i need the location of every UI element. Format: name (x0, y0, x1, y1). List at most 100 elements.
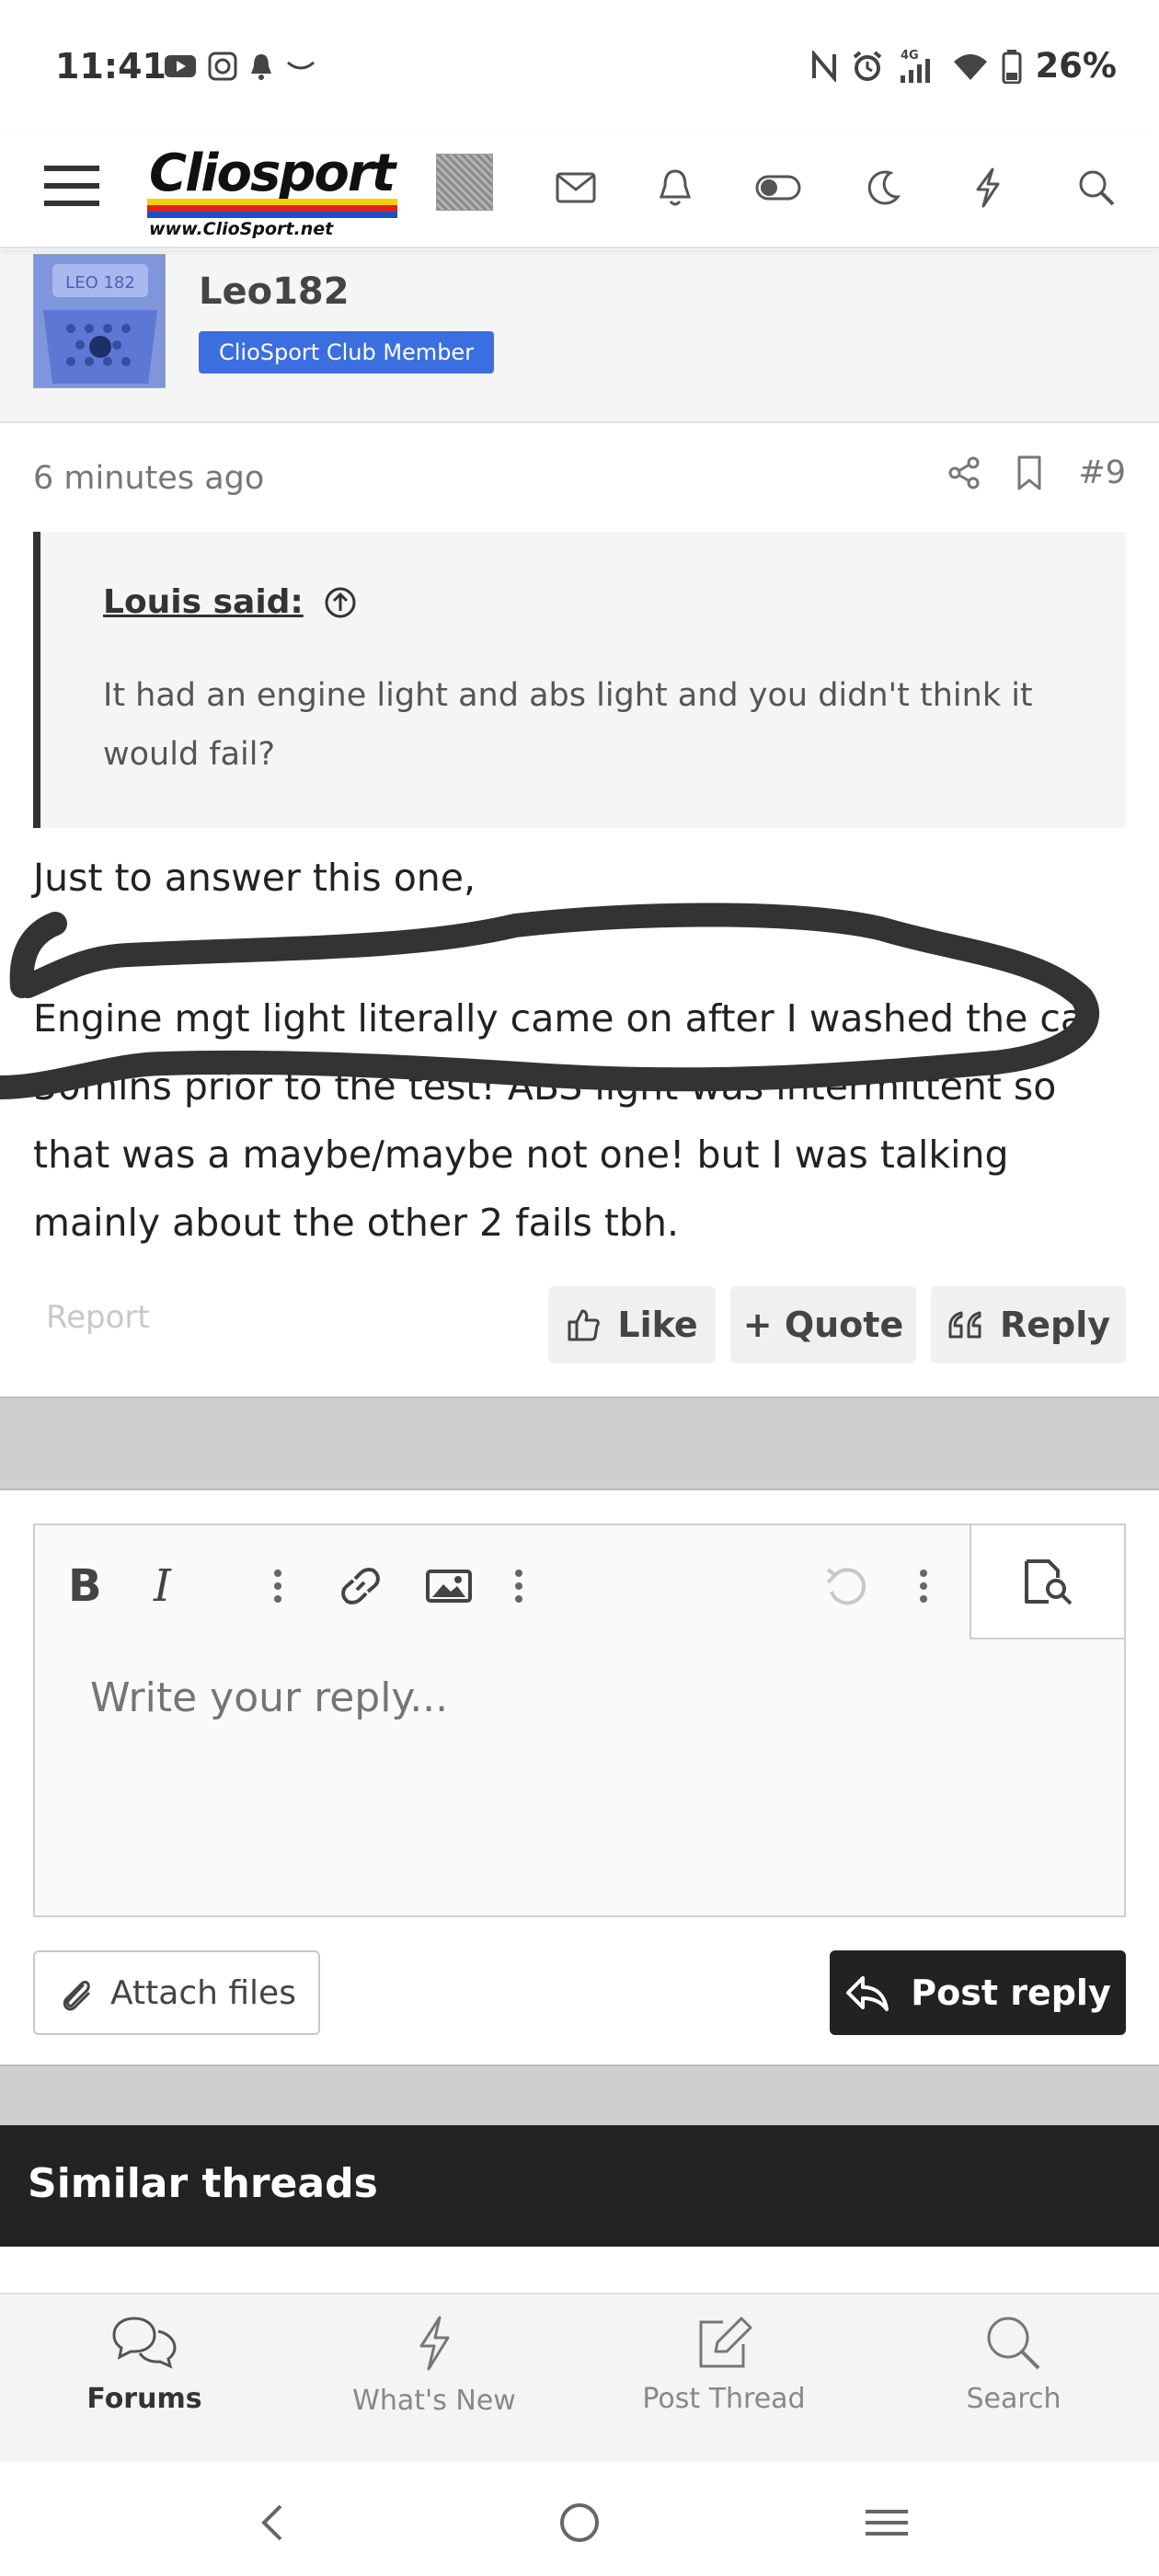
quote-author-label: Louis said: (103, 583, 304, 621)
recents-icon (866, 2510, 908, 2536)
insert-image-button[interactable] (419, 1558, 478, 1614)
logo-wordmark: Cliosport (149, 144, 396, 203)
share-icon (948, 456, 980, 489)
status-bar: 11:41 4G 26% (0, 0, 1159, 129)
whats-new-button[interactable] (960, 160, 1016, 215)
more-editor-options-button[interactable] (914, 1558, 933, 1614)
battery-percentage: 26% (1035, 46, 1117, 86)
report-link[interactable]: Report (46, 1299, 150, 1336)
logo-stripes (147, 199, 397, 219)
lightning-icon (419, 2316, 450, 2371)
home-circle-icon (560, 2503, 599, 2542)
moon-icon (867, 170, 901, 205)
nfc-icon (810, 50, 838, 82)
status-notification-icons (164, 52, 316, 81)
quote-text: It had an engine light and abs light and… (103, 677, 1033, 773)
post-author-strip: LEO 182 Leo182 ClioSport Club Member (0, 250, 1159, 423)
attach-files-label: Attach files (110, 1973, 296, 2012)
inbox-button[interactable] (548, 160, 603, 215)
like-button[interactable]: Like (548, 1286, 716, 1363)
nav-post-thread[interactable]: Post Thread (580, 2315, 868, 2453)
nav-search[interactable]: Search (869, 2315, 1158, 2453)
post-body-paragraph: Engine mgt light literally came on after… (33, 996, 1099, 1245)
post-timestamp[interactable]: 6 minutes ago (33, 460, 264, 497)
camera-app-icon (208, 52, 237, 81)
svg-text:B: B (68, 1564, 101, 1608)
similar-threads-area (0, 2247, 1159, 2293)
menu-button[interactable] (42, 156, 101, 215)
reply-button[interactable]: Reply (931, 1286, 1126, 1363)
bookmark-button[interactable] (1016, 454, 1043, 491)
envelope-icon (556, 172, 596, 203)
like-label: Like (617, 1305, 698, 1345)
bold-button[interactable]: B (55, 1558, 110, 1614)
style-toggle-button[interactable] (751, 160, 806, 215)
lightning-icon (976, 167, 1000, 208)
post-reply-label: Post reply (911, 1972, 1111, 2013)
nav-forums-label: Forums (86, 2383, 202, 2415)
status-system-icons: 4G 26% (810, 46, 1117, 86)
system-home-button[interactable] (552, 2497, 607, 2548)
app-header: Cliosport www.ClioSport.net (0, 129, 1159, 248)
nav-whats-new-label: What's New (352, 2385, 516, 2417)
forums-icon (112, 2317, 177, 2369)
svg-text:4G: 4G (901, 49, 919, 63)
arrow-up-circle-icon[interactable] (324, 586, 357, 619)
signal-icon: 4G (897, 48, 939, 85)
search-icon (987, 2317, 1040, 2370)
attach-files-button[interactable]: Attach files (33, 1950, 320, 2035)
italic-button[interactable]: I (143, 1558, 189, 1614)
section-separator (0, 1397, 1159, 1490)
search-button[interactable] (1069, 160, 1124, 215)
italic-icon: I (153, 1564, 172, 1608)
system-back-button[interactable] (245, 2497, 300, 2548)
account-avatar[interactable] (436, 154, 493, 211)
bottom-navigation: Forums What's New Post Thread Search (0, 2293, 1159, 2462)
quote-author-link[interactable]: Louis said: (103, 583, 357, 621)
toggle-icon (755, 175, 801, 201)
link-button[interactable] (331, 1558, 390, 1614)
post-meta-actions: #9 (947, 454, 1126, 491)
post-reply-button[interactable]: Post reply (830, 1950, 1126, 2035)
reply-editor: B I (33, 1524, 1126, 1917)
reply-text-input[interactable] (90, 1674, 918, 1721)
bold-icon: B (68, 1564, 101, 1608)
author-avatar[interactable]: LEO 182 (33, 254, 166, 388)
hamburger-icon (44, 166, 99, 206)
preview-button[interactable] (970, 1525, 1124, 1639)
svg-text:LEO 182: LEO 182 (65, 273, 135, 293)
post-number-link[interactable]: #9 (1078, 454, 1126, 491)
similar-threads-title: Similar threads (28, 2160, 378, 2207)
logo-url: www.ClioSport.net (149, 219, 334, 239)
more-insert-options-button[interactable] (510, 1558, 528, 1614)
nav-whats-new[interactable]: What's New (290, 2315, 579, 2453)
quote-button[interactable]: + Quote (730, 1286, 916, 1363)
paperclip-icon (63, 1980, 90, 2011)
system-recents-button[interactable] (859, 2497, 914, 2548)
system-navigation-bar (0, 2462, 1159, 2576)
share-button[interactable] (947, 455, 981, 490)
wifi-icon (952, 51, 989, 82)
undo-button[interactable] (817, 1558, 876, 1614)
nav-search-label: Search (966, 2383, 1061, 2415)
member-badge: ClioSport Club Member (199, 331, 495, 374)
preview-search-icon (1025, 1559, 1073, 1605)
bell-icon (248, 52, 274, 81)
search-icon (1079, 170, 1115, 206)
undo-icon (826, 1568, 866, 1605)
chevron-left-icon (261, 2504, 282, 2541)
bell-outline-icon (659, 169, 692, 206)
reply-arrow-icon (846, 1976, 889, 2011)
edit-icon (699, 2317, 752, 2368)
more-vertical-icon (515, 1570, 522, 1603)
alerts-button[interactable] (648, 160, 703, 215)
reply-label: Reply (999, 1305, 1111, 1345)
author-name[interactable]: Leo182 (199, 270, 350, 313)
author-avatar-image: LEO 182 (34, 255, 165, 387)
dark-mode-button[interactable] (855, 160, 911, 215)
quote-marks-icon (948, 1311, 981, 1339)
nav-forums[interactable]: Forums (0, 2315, 289, 2453)
post-body-line1: Just to answer this one, (33, 856, 476, 900)
cliosport-logo[interactable]: Cliosport www.ClioSport.net (145, 144, 405, 239)
more-text-options-button[interactable] (269, 1558, 287, 1614)
